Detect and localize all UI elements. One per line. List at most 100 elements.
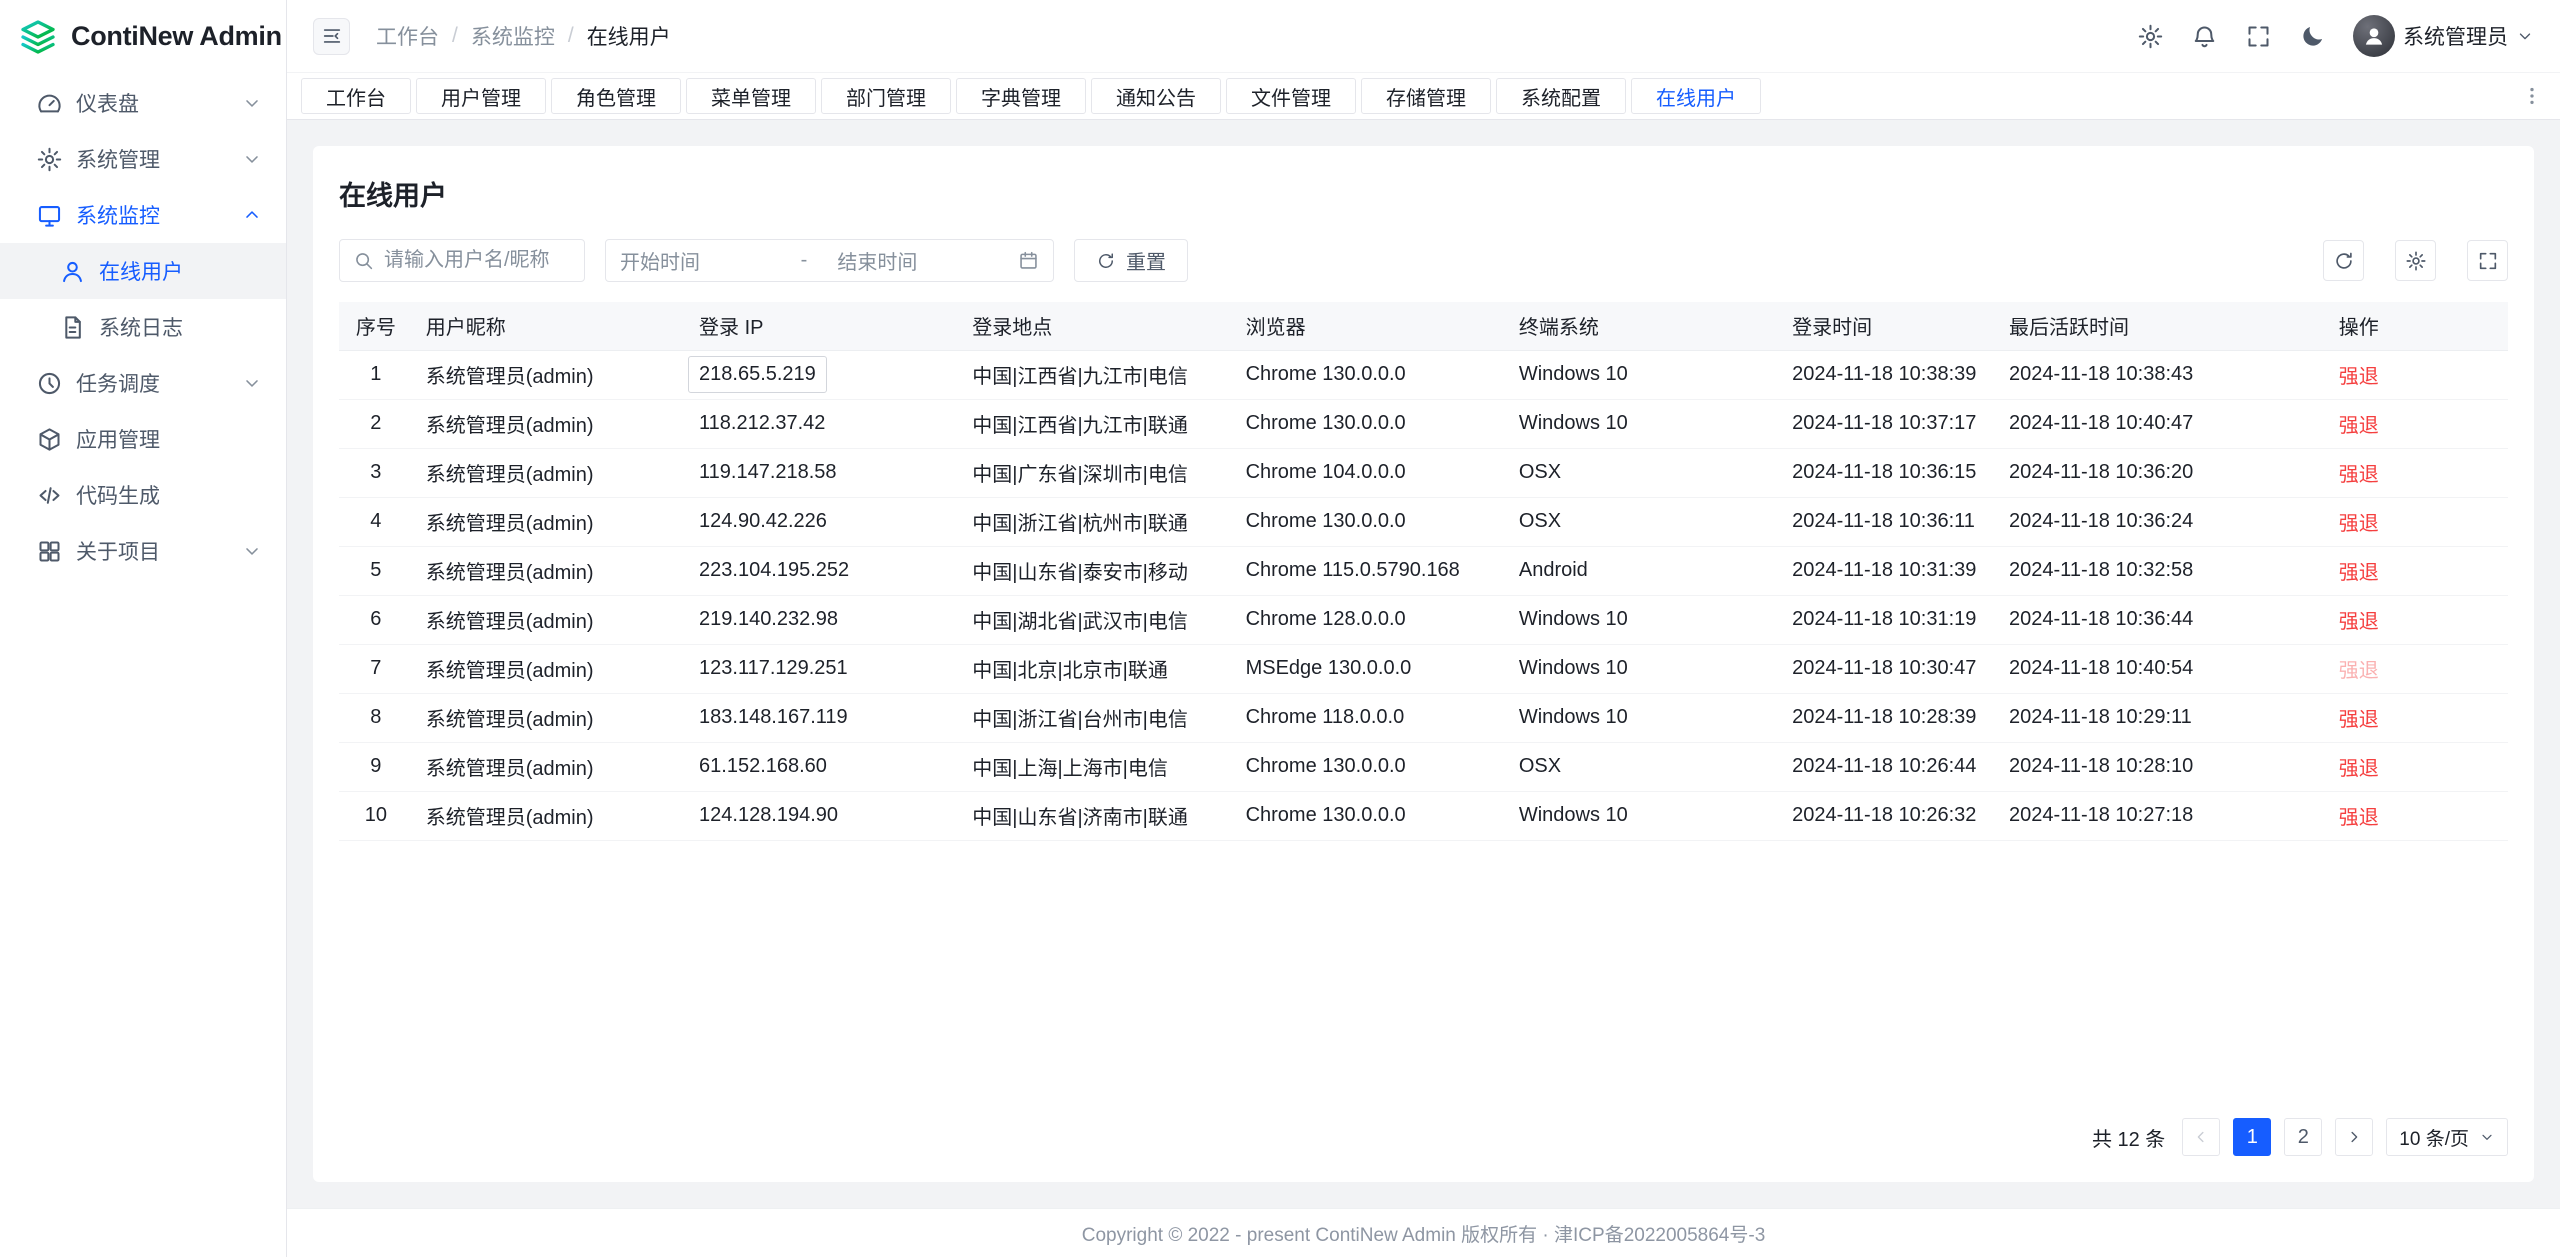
force-logout-link[interactable]: 强退: [2339, 660, 2379, 682]
tab-存储管理[interactable]: 存储管理: [1361, 78, 1491, 114]
cell-ip: 183.148.167.119: [686, 693, 959, 742]
force-logout-link[interactable]: 强退: [2339, 709, 2379, 731]
bell-icon[interactable]: [2191, 23, 2218, 50]
toolbar: 开始时间 - 结束时间 重置: [339, 239, 2508, 282]
force-logout-link[interactable]: 强退: [2339, 758, 2379, 780]
cell-nickname: 系统管理员(admin): [413, 448, 686, 497]
force-logout-link[interactable]: 强退: [2339, 562, 2379, 584]
cell-nickname: 系统管理员(admin): [413, 693, 686, 742]
force-logout-link[interactable]: 强退: [2339, 415, 2379, 437]
next-page-button[interactable]: [2335, 1118, 2373, 1156]
cell-index: 8: [339, 693, 413, 742]
table-fullscreen-button[interactable]: [2467, 240, 2508, 281]
cell-nickname: 系统管理员(admin): [413, 742, 686, 791]
cell-ip: 119.147.218.58: [686, 448, 959, 497]
fullscreen-icon[interactable]: [2245, 23, 2272, 50]
previous-page-button[interactable]: [2182, 1118, 2220, 1156]
sidebar-item-code-generation[interactable]: 代码生成: [0, 467, 286, 523]
sidebar-item-system-log[interactable]: 系统日志: [0, 299, 286, 355]
cell-ip: 123.117.129.251: [686, 644, 959, 693]
cell-ip: 118.212.37.42: [686, 399, 959, 448]
avatar-person-icon: [2361, 23, 2387, 49]
tab-系统配置[interactable]: 系统配置: [1496, 78, 1626, 114]
tab-actions-button[interactable]: [2518, 82, 2546, 110]
cell-browser: Chrome 130.0.0.0: [1233, 791, 1506, 840]
cell-nickname: 系统管理员(admin): [413, 644, 686, 693]
table-settings-button[interactable]: [2395, 240, 2436, 281]
cell-nickname: 系统管理员(admin): [413, 791, 686, 840]
sidebar-collapse-button[interactable]: [313, 18, 350, 55]
breadcrumb-separator: /: [568, 24, 574, 48]
code-icon: [36, 482, 63, 509]
cell-index: 6: [339, 595, 413, 644]
cell-os: Windows 10: [1506, 791, 1779, 840]
search-input[interactable]: [384, 249, 571, 272]
sidebar-item-app-management[interactable]: 应用管理: [0, 411, 286, 467]
date-range-picker[interactable]: 开始时间 - 结束时间: [605, 239, 1054, 282]
force-logout-link[interactable]: 强退: [2339, 807, 2379, 829]
chevron-right-icon: [2345, 1128, 2363, 1146]
reset-button[interactable]: 重置: [1074, 239, 1188, 282]
avatar: [2353, 15, 2395, 57]
tab-工作台[interactable]: 工作台: [301, 78, 411, 114]
breadcrumb-item[interactable]: 系统监控: [471, 21, 555, 51]
cell-nickname: 系统管理员(admin): [413, 350, 686, 399]
force-logout-link[interactable]: 强退: [2339, 366, 2379, 388]
chevron-down-icon: [242, 373, 262, 393]
cell-os: OSX: [1506, 742, 1779, 791]
cell-action: 强退: [2326, 399, 2508, 448]
settings-gear-icon[interactable]: [2137, 23, 2164, 50]
search-icon: [353, 250, 374, 271]
more-vertical-icon: [2521, 85, 2543, 107]
user-menu[interactable]: 系统管理员: [2353, 15, 2534, 57]
table-refresh-button[interactable]: [2323, 240, 2364, 281]
page-button-1[interactable]: 1: [2233, 1118, 2271, 1156]
cell-location: 中国|湖北省|武汉市|电信: [959, 595, 1232, 644]
online-users-card: 在线用户 开始时间 - 结束时间 重置: [313, 146, 2534, 1182]
tab-用户管理[interactable]: 用户管理: [416, 78, 546, 114]
force-logout-link[interactable]: 强退: [2339, 513, 2379, 535]
moon-icon[interactable]: [2299, 23, 2326, 50]
cell-index: 2: [339, 399, 413, 448]
cell-action: 强退: [2326, 595, 2508, 644]
breadcrumb: 工作台 / 系统监控 / 在线用户: [376, 21, 671, 51]
menu-fold-icon: [321, 25, 343, 47]
column-header: 终端系统: [1506, 302, 1779, 350]
sidebar-item-about-project[interactable]: 关于项目: [0, 523, 286, 579]
breadcrumb-item[interactable]: 工作台: [376, 21, 439, 51]
force-logout-link[interactable]: 强退: [2339, 464, 2379, 486]
tab-在线用户[interactable]: 在线用户: [1631, 78, 1761, 114]
cell-login-time: 2024-11-18 10:28:39: [1779, 693, 1996, 742]
tab-字典管理[interactable]: 字典管理: [956, 78, 1086, 114]
tab-角色管理[interactable]: 角色管理: [551, 78, 681, 114]
cell-login-time: 2024-11-18 10:38:39: [1779, 350, 1996, 399]
table-row: 4系统管理员(admin)124.90.42.226中国|浙江省|杭州市|联通C…: [339, 497, 2508, 546]
sidebar-item-online-users[interactable]: 在线用户: [0, 243, 286, 299]
sidebar-item-task-schedule[interactable]: 任务调度: [0, 355, 286, 411]
sidebar-item-system-management[interactable]: 系统管理: [0, 131, 286, 187]
gear-icon: [2405, 250, 2427, 272]
tab-文件管理[interactable]: 文件管理: [1226, 78, 1356, 114]
logo: ContiNew Admin: [0, 0, 286, 73]
table-row: 3系统管理员(admin)119.147.218.58中国|广东省|深圳市|电信…: [339, 448, 2508, 497]
cell-action: 强退: [2326, 644, 2508, 693]
cell-index: 3: [339, 448, 413, 497]
column-header: 浏览器: [1233, 302, 1506, 350]
sidebar-item-system-monitor[interactable]: 系统监控: [0, 187, 286, 243]
cell-action: 强退: [2326, 448, 2508, 497]
page-button-2[interactable]: 2: [2284, 1118, 2322, 1156]
cell-last-active: 2024-11-18 10:28:10: [1996, 742, 2326, 791]
cell-login-time: 2024-11-18 10:31:19: [1779, 595, 1996, 644]
cell-nickname: 系统管理员(admin): [413, 399, 686, 448]
cell-browser: Chrome 104.0.0.0: [1233, 448, 1506, 497]
force-logout-link[interactable]: 强退: [2339, 611, 2379, 633]
tab-部门管理[interactable]: 部门管理: [821, 78, 951, 114]
table-row: 2系统管理员(admin)118.212.37.42中国|江西省|九江市|联通C…: [339, 399, 2508, 448]
date-end-placeholder: 结束时间: [837, 246, 1008, 275]
user-icon: [59, 258, 86, 285]
tab-通知公告[interactable]: 通知公告: [1091, 78, 1221, 114]
app-root: ContiNew Admin 仪表盘 系统管理 系统监控 在线用户: [0, 0, 2560, 1257]
sidebar-item-dashboard[interactable]: 仪表盘: [0, 75, 286, 131]
tab-菜单管理[interactable]: 菜单管理: [686, 78, 816, 114]
page-size-select[interactable]: 10 条/页: [2386, 1118, 2508, 1156]
